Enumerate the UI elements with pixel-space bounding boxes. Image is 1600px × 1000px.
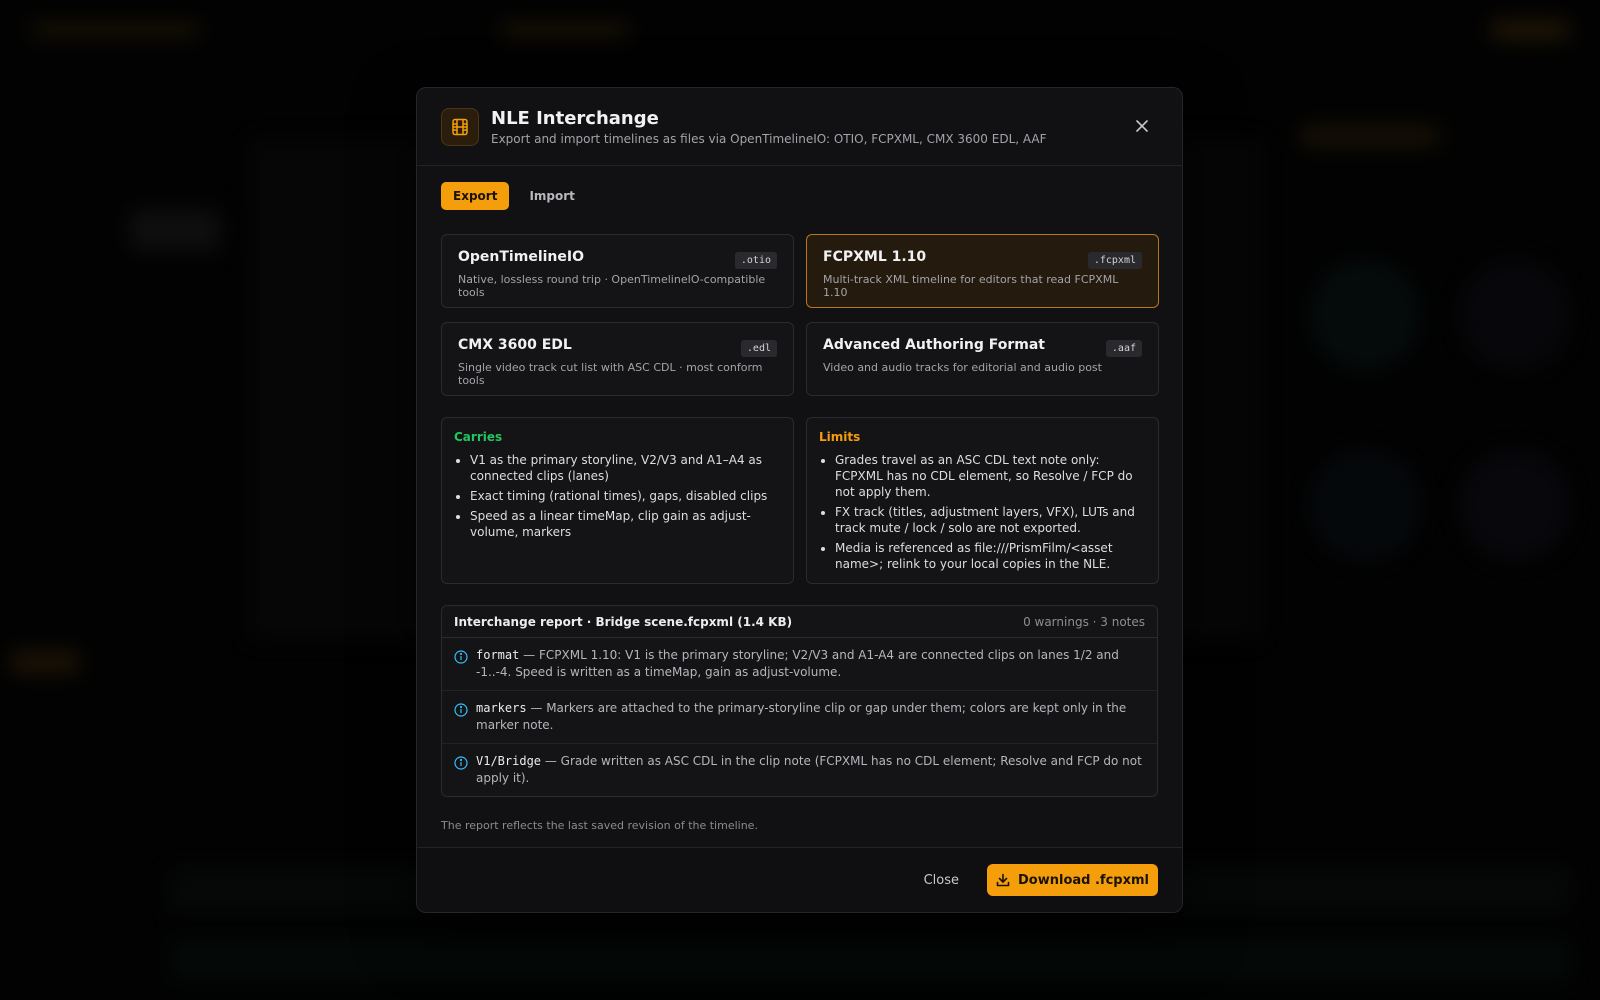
limits-panel: Limits Grades travel as an ASC CDL text … (806, 417, 1159, 584)
film-icon (441, 107, 479, 146)
carries-heading: Carries (454, 430, 503, 444)
dialog-subtitle: Export and import timelines as files via… (491, 131, 1047, 146)
note-key: format (476, 648, 520, 662)
format-extension: .aaf (1105, 340, 1142, 357)
close-button[interactable]: Close (912, 865, 971, 896)
format-option-fcpxml[interactable]: FCPXML 1.10 Multi-track XML timeline for… (806, 234, 1159, 308)
report-counts: 0 warnings · 3 notes (1023, 614, 1145, 629)
note-message: — FCPXML 1.10: V1 is the primary storyli… (476, 648, 1119, 679)
format-description: Native, lossless round trip · OpenTimeli… (458, 273, 766, 299)
report-note: V1/Bridge — Grade written as ASC CDL in … (442, 744, 1157, 796)
format-option-edl[interactable]: CMX 3600 EDL Single video track cut list… (441, 322, 794, 396)
format-option-aaf[interactable]: Advanced Authoring Format Video and audi… (806, 322, 1159, 396)
format-options: OpenTimelineIO Native, lossless round tr… (441, 234, 1159, 396)
note-key: markers (476, 701, 527, 715)
tab-bar: Export Import (441, 182, 1158, 210)
report-note: markers — Markers are attached to the pr… (442, 691, 1157, 744)
report-note: format — FCPXML 1.10: V1 is the primary … (442, 638, 1157, 691)
download-button[interactable]: Download .fcpxml (987, 864, 1158, 896)
note-key: V1/Bridge (476, 754, 542, 768)
info-icon (454, 650, 468, 664)
carries-panel: Carries V1 as the primary storyline, V2/… (441, 417, 794, 584)
carries-item: V1 as the primary storyline, V2/V3 and A… (470, 452, 781, 484)
note-message: — Grade written as ASC CDL in the clip n… (476, 754, 1142, 785)
dialog-title: NLE Interchange (491, 107, 659, 129)
limits-item: Media is referenced as file:///PrismFilm… (835, 540, 1146, 572)
note-message: — Markers are attached to the primary-st… (476, 701, 1127, 732)
tab-import[interactable]: Import (517, 182, 586, 210)
format-name: CMX 3600 EDL (458, 337, 572, 353)
format-option-otio[interactable]: OpenTimelineIO Native, lossless round tr… (441, 234, 794, 308)
tab-export[interactable]: Export (441, 182, 510, 210)
report-footnote: The report reflects the last saved revis… (441, 819, 758, 832)
limits-item: FX track (titles, adjustment layers, VFX… (835, 504, 1146, 536)
carries-item: Exact timing (rational times), gaps, dis… (470, 488, 781, 504)
format-name: OpenTimelineIO (458, 249, 584, 265)
format-extension: .edl (740, 340, 777, 357)
limits-item: Grades travel as an ASC CDL text note on… (835, 452, 1146, 500)
carries-item: Speed as a linear timeMap, clip gain as … (470, 508, 781, 540)
download-icon (996, 873, 1010, 887)
format-name: Advanced Authoring Format (823, 337, 1045, 353)
format-description: Video and audio tracks for editorial and… (823, 361, 1102, 374)
report-title: Interchange report · Bridge scene.fcpxml… (454, 614, 793, 629)
interchange-report: Interchange report · Bridge scene.fcpxml… (441, 605, 1158, 797)
format-description: Single video track cut list with ASC CDL… (458, 361, 763, 387)
dialog-header: NLE Interchange Export and import timeli… (417, 88, 1182, 166)
dialog-footer: Close Download .fcpxml (417, 847, 1182, 912)
download-label: Download .fcpxml (1018, 872, 1149, 888)
info-icon (454, 703, 468, 717)
info-icon (454, 756, 468, 770)
format-description: Multi-track XML timeline for editors tha… (823, 273, 1119, 299)
close-icon[interactable] (1132, 116, 1152, 136)
format-extension: .fcpxml (1087, 252, 1142, 269)
nle-interchange-dialog: NLE Interchange Export and import timeli… (416, 87, 1183, 913)
format-extension: .otio (734, 252, 777, 269)
limits-heading: Limits (819, 430, 861, 444)
